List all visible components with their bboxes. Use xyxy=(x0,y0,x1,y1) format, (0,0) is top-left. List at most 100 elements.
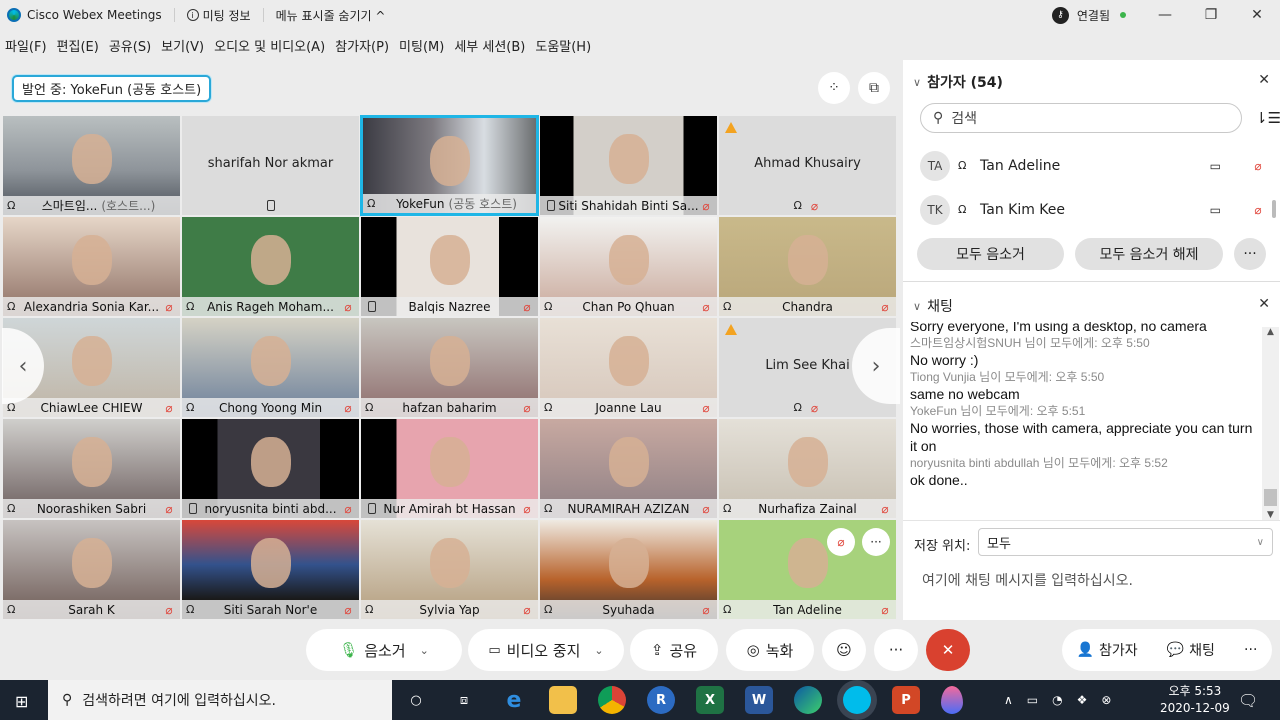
participant-name-text: NURAMIRAH AZIZAN xyxy=(567,501,690,516)
video-tile[interactable]: sharifah Nor akmar xyxy=(181,115,360,216)
video-tile[interactable]: Ωhafzan baharim ⌀ xyxy=(360,317,539,418)
more-options-button[interactable]: ··· xyxy=(874,629,918,671)
cortana-icon[interactable]: ○ xyxy=(402,686,430,714)
send-to-select[interactable]: 모두 ∨ xyxy=(978,528,1273,556)
edge-icon[interactable] xyxy=(794,686,822,714)
mute-button[interactable]: 🎙 음소거 ⌄ xyxy=(306,629,462,671)
app-tray-icon[interactable]: ⊗ xyxy=(1101,693,1111,707)
chrome-icon[interactable] xyxy=(598,686,626,714)
layout-switch-button[interactable]: ⧉ xyxy=(858,72,890,104)
video-tile[interactable]: Ω Syuhada ⌀ xyxy=(539,519,718,620)
excel-icon[interactable]: X xyxy=(696,686,724,714)
windows-icon: ⧉ xyxy=(869,80,879,96)
muted-microphone-icon[interactable]: ⌀ xyxy=(1251,203,1265,217)
menu-file[interactable]: 파일(F) xyxy=(0,36,52,55)
sort-icon[interactable]: ⇂☰ xyxy=(1255,109,1280,127)
wifi-icon[interactable]: ◔ xyxy=(1052,693,1062,707)
video-tile[interactable]: Balqis Nazree ⌀ xyxy=(360,216,539,317)
menu-edit[interactable]: 편집(E) xyxy=(52,36,104,55)
file-explorer-icon[interactable] xyxy=(549,686,577,714)
participant-row[interactable]: TA Ω Tan Adeline ▭ ⌀ xyxy=(920,151,1265,181)
muted-microphone-icon[interactable]: ⌀ xyxy=(1251,159,1265,173)
mute-all-button[interactable]: 모두 음소거 xyxy=(917,238,1064,270)
chevron-up-icon[interactable]: ∧ xyxy=(1004,693,1013,707)
scroll-down-icon[interactable]: ▼ xyxy=(1262,510,1279,520)
word-icon[interactable]: W xyxy=(745,686,773,714)
meeting-info-button[interactable]: i 미팅 정보 xyxy=(186,7,251,24)
video-tile[interactable]: Ω Sarah K ⌀ xyxy=(2,519,181,620)
share-button[interactable]: ⇪ 공유 xyxy=(630,629,718,671)
close-chat-button[interactable]: ✕ xyxy=(1258,296,1270,312)
video-tile[interactable]: Ω Chong Yoong Min ⌀ xyxy=(181,317,360,418)
stop-video-button[interactable]: ▭ 비디오 중지 ⌄ xyxy=(468,629,624,671)
menu-audio-video[interactable]: 오디오 및 비디오(A) xyxy=(209,36,330,55)
tile-mute-button[interactable]: ⌀ xyxy=(827,528,855,556)
participants-header[interactable]: ∨ 참가자 (54) xyxy=(913,72,1003,92)
video-tile[interactable]: Ω Anis Rageh Moham... ⌀ xyxy=(181,216,360,317)
video-tile[interactable]: Ω Siti Sarah Nor'e ⌀ xyxy=(181,519,360,620)
menu-share[interactable]: 공유(S) xyxy=(104,36,156,55)
close-window-button[interactable]: ✕ xyxy=(1234,0,1280,30)
video-tile[interactable]: Ω Joanne Lau ⌀ xyxy=(539,317,718,418)
participant-row[interactable]: TK Ω Tan Kim Kee ▭ ⌀ xyxy=(920,195,1265,225)
video-tile[interactable]: Ω Sylvia Yap ⌀ xyxy=(360,519,539,620)
video-tile[interactable]: Ω NURAMIRAH AZIZAN ⌀ xyxy=(539,418,718,519)
video-tile[interactable]: Ω Tan Adeline ⌀ ⌀ ··· xyxy=(718,519,897,620)
tile-more-button[interactable]: ··· xyxy=(862,528,890,556)
chat-input[interactable]: 여기에 채팅 메시지를 입력하십시오. xyxy=(922,570,1133,590)
webex-taskbar-icon[interactable] xyxy=(843,686,871,714)
r-app-icon[interactable]: R xyxy=(647,686,675,714)
video-tile[interactable]: Nur Amirah bt Hassan ⌀ xyxy=(360,418,539,519)
video-camera-icon: ▭ xyxy=(1209,159,1221,173)
task-view-icon[interactable]: ⧈ xyxy=(450,686,478,714)
leave-meeting-button[interactable]: ✕ xyxy=(926,629,970,671)
internet-explorer-icon[interactable]: e xyxy=(500,686,528,714)
video-tile[interactable]: Ω Nurhafiza Zainal ⌀ xyxy=(718,418,897,519)
dropbox-icon[interactable]: ❖ xyxy=(1077,693,1088,707)
clock-time: 오후 5:53 xyxy=(1168,684,1222,698)
video-tile[interactable]: Ω Chandra ⌀ xyxy=(718,216,897,317)
video-tile[interactable]: Ω Noorashiken Sabri ⌀ xyxy=(2,418,181,519)
menu-breakout[interactable]: 세부 세션(B) xyxy=(449,36,530,55)
video-tile[interactable]: Siti Shahidah Binti Sa... ⌀ xyxy=(539,115,718,216)
participants-toggle-button[interactable]: 👤 참가자 xyxy=(1077,640,1138,660)
chat-toggle-button[interactable]: 💬 채팅 xyxy=(1167,640,1215,660)
scroll-up-icon[interactable]: ▲ xyxy=(1262,327,1279,337)
scroll-thumb[interactable] xyxy=(1264,489,1277,506)
record-button[interactable]: ◎ 녹화 xyxy=(726,629,814,671)
battery-icon[interactable]: ▭ xyxy=(1027,693,1038,707)
paint-3d-icon[interactable] xyxy=(941,686,963,714)
video-tile[interactable]: Ω Chan Po Qhuan ⌀ xyxy=(539,216,718,317)
unmute-all-button[interactable]: 모두 음소거 해제 xyxy=(1075,238,1223,270)
participants-scrollbar[interactable] xyxy=(1272,200,1276,218)
chevron-down-icon[interactable]: ⌄ xyxy=(594,644,603,657)
powerpoint-icon[interactable]: P xyxy=(892,686,920,714)
chat-scrollbar[interactable]: ▲ ▼ xyxy=(1262,327,1279,520)
notification-icon[interactable]: 🗨 xyxy=(1238,680,1258,720)
participant-search-input[interactable]: ⚲ 검색 xyxy=(920,103,1242,133)
participant-name: Siti Shahidah Binti Sa... xyxy=(558,199,699,213)
participants-more-button[interactable]: ··· xyxy=(1234,238,1266,270)
video-tile[interactable]: noryusnita binti abd... ⌀ xyxy=(181,418,360,519)
chat-header[interactable]: ∨ 채팅 xyxy=(913,296,953,316)
grid-layout-button[interactable]: ⁘ xyxy=(818,72,850,104)
menu-help[interactable]: 도움말(H) xyxy=(530,36,596,55)
muted-microphone-icon: ⌀ xyxy=(344,602,352,617)
clock[interactable]: 오후 5:53 2020-12-09 xyxy=(1160,680,1230,720)
panel-more-button[interactable]: ··· xyxy=(1244,642,1257,658)
taskbar-search-input[interactable]: ⚲ 검색하려면 여기에 입력하십시오. xyxy=(48,680,392,720)
menu-participants[interactable]: 참가자(P) xyxy=(330,36,394,55)
menu-meeting[interactable]: 미팅(M) xyxy=(394,36,449,55)
menu-view[interactable]: 보기(V) xyxy=(156,36,209,55)
chevron-down-icon[interactable]: ⌄ xyxy=(420,644,429,657)
video-tile[interactable]: Ω YokeFun (공동 호스트) xyxy=(360,115,539,216)
video-tile[interactable]: Ω Alexandria Sonia Kar... ⌀ xyxy=(2,216,181,317)
minimize-button[interactable]: — xyxy=(1142,0,1188,30)
restore-button[interactable]: ❐ xyxy=(1188,0,1234,30)
windows-start-icon[interactable]: ⊞ xyxy=(15,692,28,711)
video-tile[interactable]: Ahmad Khusairy Ω ⌀ xyxy=(718,115,897,216)
hide-menu-button[interactable]: 메뉴 표시줄 숨기기 ^ xyxy=(276,7,386,24)
reactions-button[interactable]: ☺ xyxy=(822,629,866,671)
close-participants-button[interactable]: ✕ xyxy=(1258,72,1270,88)
video-tile[interactable]: Ω 스마트임... (호스트...) xyxy=(2,115,181,216)
